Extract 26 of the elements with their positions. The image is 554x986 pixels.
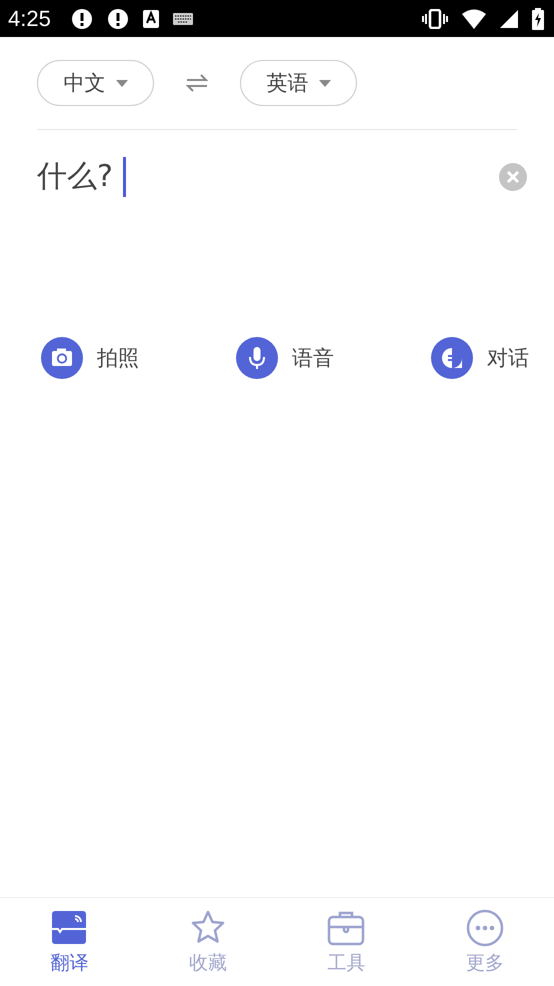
battery-icon [532,8,544,30]
input-field[interactable]: 什么? [37,156,126,197]
alert-icon [106,8,129,30]
nav-label: 工具 [327,951,366,976]
nav-label: 更多 [466,951,504,976]
caret-icon [116,80,128,86]
font-icon [142,10,159,28]
more-icon [464,908,505,948]
keyboard-icon [172,12,193,24]
alert-icon [70,8,93,30]
source-language-dropdown[interactable]: 中文 [37,60,154,106]
camera-button[interactable]: 拍照 [41,337,139,379]
camera-icon [41,337,83,379]
nav-label: 翻译 [50,951,88,976]
chat-button[interactable]: 对话 [431,337,529,379]
mic-button[interactable]: 语音 [236,337,334,379]
nav-tab[interactable]: 翻译 [0,898,138,986]
swap-icon[interactable] [186,74,208,92]
target-language-dropdown[interactable]: 英语 [240,60,357,106]
microphone-icon [236,337,278,379]
caret-icon [318,80,330,86]
nav-label: 收藏 [188,951,227,976]
status-time: 4:25 [8,6,51,32]
signal-icon [500,10,518,28]
wifi-icon [462,8,486,28]
vibrate-icon [422,8,448,28]
